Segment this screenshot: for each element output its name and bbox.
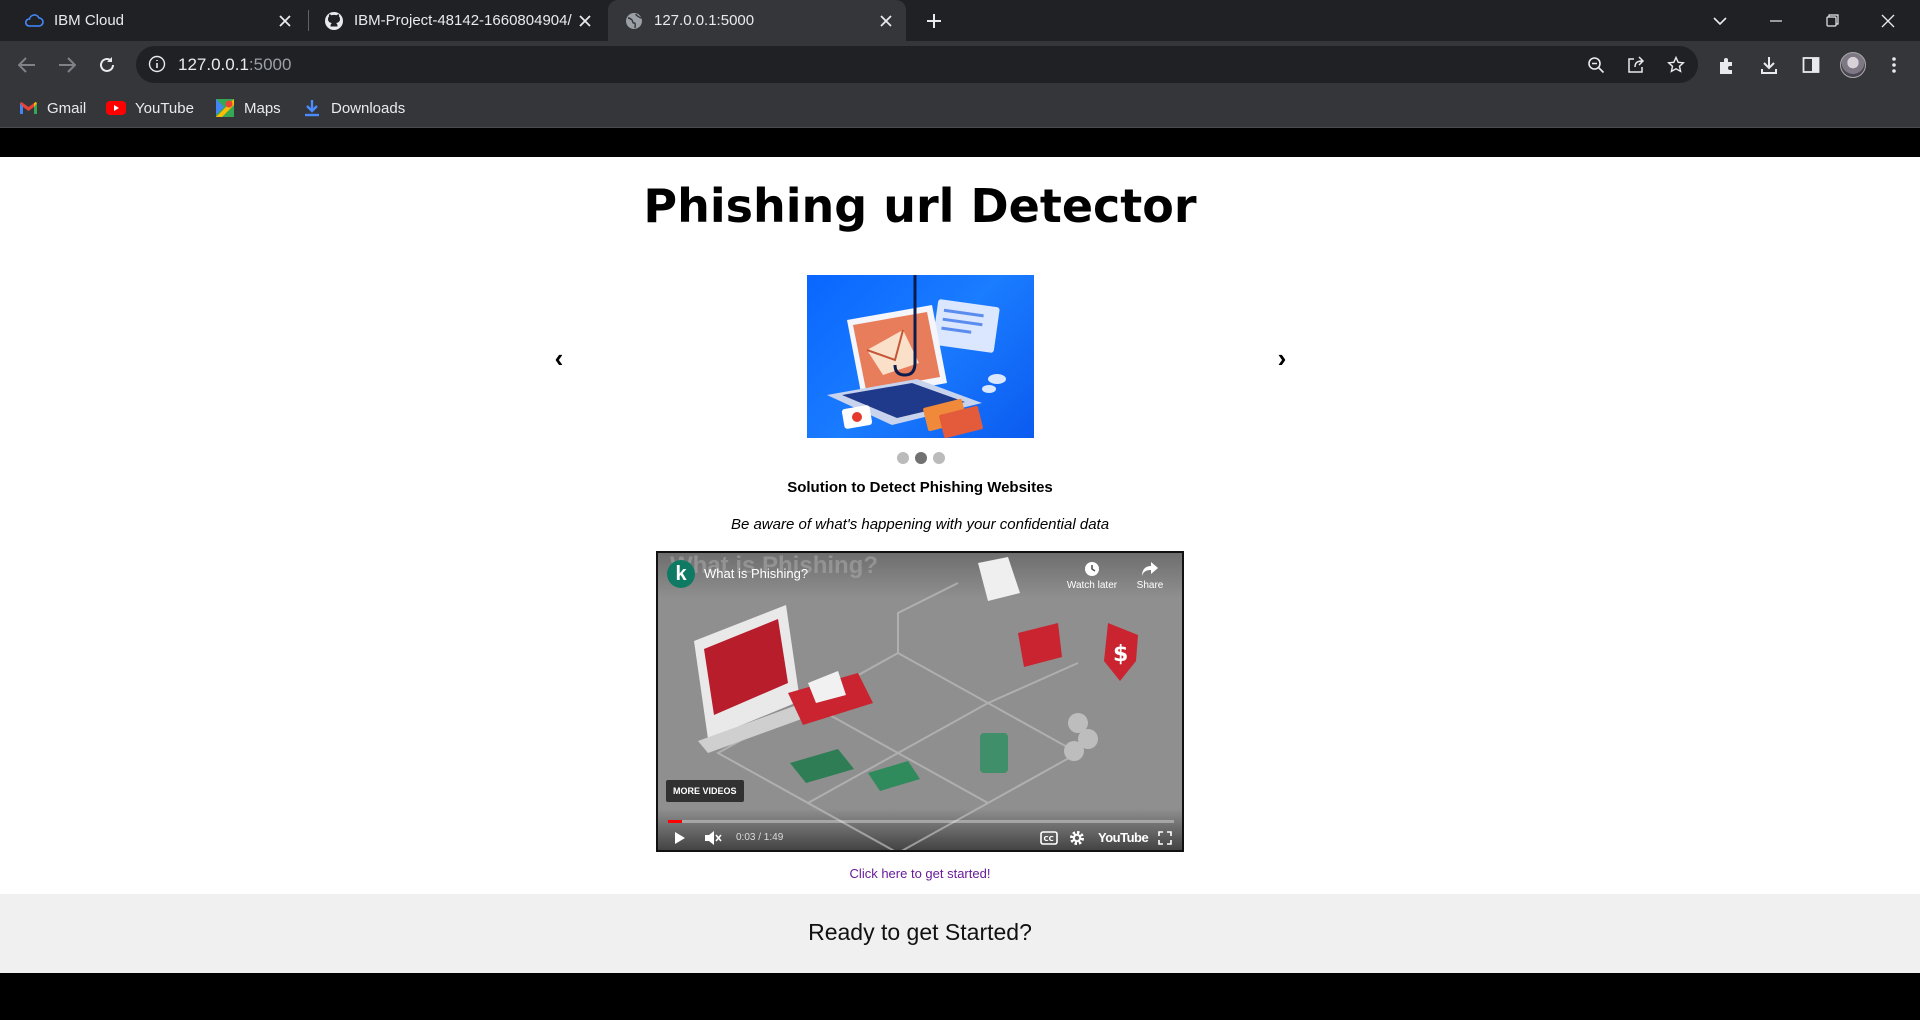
bookmark-downloads[interactable]: Downloads [302,96,405,120]
bookmark-label: Downloads [331,99,406,117]
video-progress-bar[interactable] [668,820,1174,823]
svg-text:CC: CC [1044,835,1054,843]
tab-title: IBM Cloud [54,12,125,29]
carousel-dot[interactable] [897,452,909,464]
carousel-next-button[interactable]: › [1272,343,1292,374]
new-tab-button[interactable] [922,9,946,33]
top-nav-bar [0,129,1920,157]
github-icon [324,11,344,31]
carousel-prev-button[interactable]: ‹ [549,343,569,374]
download-icon [302,99,322,117]
get-started-link[interactable]: Click here to get started! [0,866,1840,881]
video-thumbnail: $ What is Phishing? [658,553,1182,850]
close-icon[interactable] [575,11,595,31]
page-viewport: Phishing url Detector ‹ › Solution to De… [0,129,1920,1020]
share-arrow-icon [1142,562,1158,576]
youtube-embed[interactable]: $ What is Phishing? k What is Phishing? … [656,551,1184,852]
address-bar[interactable]: 127.0.0.1:5000 [136,46,1698,83]
extensions-icon[interactable] [1716,54,1738,76]
bookmark-label: Maps [244,99,281,117]
mute-icon[interactable] [702,829,724,847]
fullscreen-icon[interactable] [1154,829,1176,847]
maps-icon [215,99,235,117]
settings-gear-icon[interactable] [1066,829,1088,847]
channel-avatar[interactable]: k [667,560,695,588]
tab-title: 127.0.0.1:5000 [654,12,755,29]
carousel-indicators [897,452,945,464]
restore-button[interactable] [1804,0,1860,41]
minimize-button[interactable] [1748,0,1804,41]
browser-toolbar: 127.0.0.1:5000 [0,41,1920,88]
download-icon[interactable] [1758,54,1780,76]
reload-button[interactable] [92,50,122,80]
svg-text:$: $ [1113,642,1128,667]
url-port: :5000 [248,55,292,74]
ibm-cloud-icon [24,11,44,31]
bookmark-youtube[interactable]: YouTube [106,96,194,120]
bookmark-gmail[interactable]: Gmail [18,96,86,120]
carousel-dot[interactable] [933,452,945,464]
menu-icon[interactable] [1883,54,1905,76]
captions-icon[interactable]: CC [1038,829,1060,847]
slide-subtitle: Be aware of what's happening with your c… [730,516,1110,533]
carousel-dot-active[interactable] [915,452,927,464]
close-window-button[interactable] [1860,0,1916,41]
share-button[interactable]: Share [1128,561,1172,591]
video-time: 0:03 / 1:49 [736,832,784,843]
bookmark-maps[interactable]: Maps [215,96,281,120]
profile-avatar[interactable] [1840,52,1866,78]
side-panel-icon[interactable] [1800,54,1822,76]
bookmark-star-icon[interactable] [1666,55,1686,75]
bottom-bar [0,973,1920,1020]
close-icon[interactable] [275,11,295,31]
info-icon[interactable] [148,55,167,74]
footer-banner: Ready to get Started? [0,894,1920,973]
share-label: Share [1136,580,1164,591]
globe-icon [624,11,644,31]
watch-later-label: Watch later [1066,580,1118,591]
share-icon[interactable] [1626,55,1646,75]
back-button[interactable] [12,50,42,80]
watch-later-button[interactable]: Watch later [1060,561,1124,591]
forward-button[interactable] [52,50,82,80]
page-title: Phishing url Detector [643,179,1197,233]
tab-localhost[interactable]: 127.0.0.1:5000 [608,0,906,41]
url-text[interactable]: 127.0.0.1:5000 [178,55,291,75]
main-content: Phishing url Detector ‹ › Solution to De… [0,157,1920,894]
play-icon[interactable] [670,829,690,847]
footer-heading: Ready to get Started? [808,919,1032,945]
youtube-logo[interactable]: YouTube [1098,830,1149,845]
slide-caption: Solution to Detect Phishing Websites [787,479,1053,496]
zoom-icon[interactable] [1586,55,1606,75]
bookmark-label: YouTube [135,99,194,117]
bookmarks-bar: Gmail YouTube Maps Downloads [0,88,1920,128]
tab-strip: IBM Cloud IBM-Project-48142-1660804904/ … [0,0,1920,41]
bookmark-label: Gmail [47,99,87,117]
youtube-icon [106,99,126,117]
tab-ibm-cloud[interactable]: IBM Cloud [0,0,305,41]
close-icon[interactable] [876,11,896,31]
gmail-icon [18,99,38,117]
progress-played [668,820,682,823]
clock-icon [1085,562,1099,576]
tab-search-button[interactable] [1692,0,1748,41]
tab-title: IBM-Project-48142-1660804904/ [354,12,572,29]
tab-github[interactable]: IBM-Project-48142-1660804904/ [300,0,605,41]
url-host: 127.0.0.1 [178,55,249,74]
carousel-slide-image [807,275,1034,438]
more-videos-button[interactable]: MORE VIDEOS [666,780,744,802]
video-title[interactable]: What is Phishing? [704,566,808,581]
